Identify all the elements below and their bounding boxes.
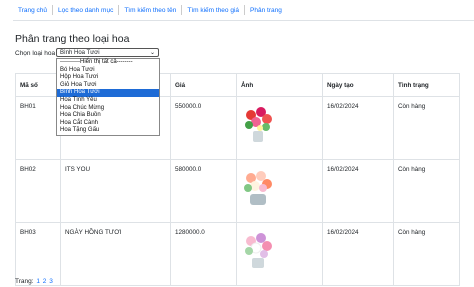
header-price: Giá [170,73,237,97]
cell-status: Còn hàng [393,96,460,160]
option-hoa-tang-gau[interactable]: Hoa Tặng Gấu [57,127,159,135]
cell-id: BH03 [15,222,61,286]
top-nav: Trang chủ Lọc theo danh mục Tìm kiếm the… [13,0,287,20]
page-link-2[interactable]: 2 [43,278,47,285]
category-select-value: Bình Hoa Tươi [60,50,100,56]
option-hoa-tinh-yeu[interactable]: Hoa Tình Yêu [57,97,159,105]
pagination-label: Trang: [15,278,34,285]
cell-price: 550000.0 [170,96,237,160]
header-date: Ngày tạo [322,73,394,97]
category-select[interactable]: Bình Hoa Tươi ⌄ [56,48,159,57]
chevron-down-icon: ⌄ [149,50,155,56]
cell-image [236,222,323,286]
page-link-1[interactable]: 1 [36,278,40,285]
nav-pagination[interactable]: Phân trang [245,7,287,14]
nav-search-price[interactable]: Tìm kiếm theo giá [182,7,244,14]
cell-price: 580000.0 [170,159,237,223]
page-link-3[interactable]: 3 [49,278,53,285]
option-hop-hoa-tuoi[interactable]: Hộp Hoa Tươi [57,74,159,82]
option-hoa-cat-canh[interactable]: Hoa Cắt Cành [57,120,159,128]
cell-name: ITS YOU [60,159,171,223]
page-title: Phân trang theo loại hoa [15,33,130,45]
cell-date: 16/02/2024 [322,96,394,160]
table-row: BH02 ITS YOU 580000.0 16/02/2024 Còn hàn… [15,159,460,223]
filter-label: Chọn loại hoa [15,50,56,57]
cell-id: BH01 [15,96,61,160]
header-id: Mã số [15,73,61,97]
table-row: BH03 NGÀY HỒNG TƯƠI 1280000.0 16/02/2024… [15,222,460,286]
cell-price: 1280000.0 [170,222,237,286]
pagination: Trang: 1 2 3 [15,278,53,285]
flower-bouquet-image [245,107,272,142]
nav-search-name[interactable]: Tìm kiếm theo tên [119,7,181,14]
cell-date: 16/02/2024 [322,222,394,286]
flower-bouquet-image [244,171,272,205]
cell-image [236,96,323,160]
option-bo-hoa-tuoi[interactable]: Bó Hoa Tươi [57,67,159,75]
cell-image [236,159,323,223]
option-hoa-chuc-mung[interactable]: Hoa Chúc Mừng [57,105,159,113]
option-gio-hoa-tuoi[interactable]: Giỏ Hoa Tươi [57,82,159,90]
cell-date: 16/02/2024 [322,159,394,223]
option-binh-hoa-tuoi[interactable]: Bình Hoa Tươi [57,89,159,97]
cell-name: NGÀY HỒNG TƯƠI [60,222,171,286]
header-image: Ảnh [236,73,323,97]
option-hoa-chia-buon[interactable]: Hoa Chia Buồn [57,112,159,120]
cell-id: BH02 [15,159,61,223]
nav-filter-category[interactable]: Lọc theo danh mục [53,7,118,14]
header-status: Tình trạng [393,73,460,97]
cell-status: Còn hàng [393,159,460,223]
option-all[interactable]: ----------Hiển thị tất cả-------- [57,59,159,67]
nav-underline [13,20,474,21]
category-dropdown: ----------Hiển thị tất cả-------- Bó Hoa… [56,58,160,136]
cell-status: Còn hàng [393,222,460,286]
nav-home[interactable]: Trang chủ [13,7,52,14]
flower-bouquet-image [245,233,272,268]
